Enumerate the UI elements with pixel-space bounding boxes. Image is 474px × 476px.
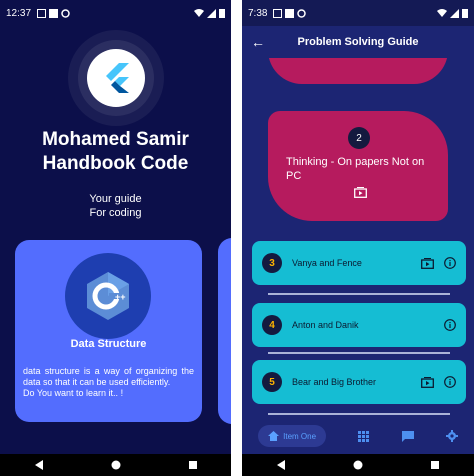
problem-list: 2 Thinking - On papers Not on PC 3 Vanya… — [242, 58, 474, 418]
cpp-logo-icon: ++ — [65, 253, 151, 339]
divider — [268, 352, 450, 354]
nav-back-icon[interactable] — [34, 460, 44, 470]
problem-item[interactable]: 3 Vanya and Fence — [252, 241, 466, 285]
page-title: Problem Solving Guide — [297, 36, 419, 48]
wifi-icon — [437, 9, 447, 17]
topic-card-data-structure[interactable]: ++ Data Structure data structure is a wa… — [15, 240, 202, 422]
app-title: Mohamed Samir Handbook Code — [42, 129, 189, 174]
status-time: 7:38 — [248, 7, 268, 19]
featured-problem-card[interactable]: 2 Thinking - On papers Not on PC — [268, 111, 448, 221]
home-icon — [268, 431, 280, 441]
video-icon[interactable] — [421, 257, 434, 269]
image-icon — [285, 8, 295, 18]
signal-icon — [450, 8, 459, 18]
signal-icon — [207, 8, 216, 18]
bottom-navigation: Item One — [242, 418, 474, 454]
app-subtitle: Your guide For coding — [89, 193, 142, 219]
next-topic-card[interactable] — [218, 238, 231, 424]
image-icon — [49, 8, 59, 18]
divider — [268, 413, 450, 415]
video-icon[interactable] — [421, 376, 434, 388]
wifi-icon — [194, 9, 204, 17]
info-icon[interactable] — [444, 319, 456, 331]
problem-label: Anton and Danik — [292, 320, 359, 330]
status-time: 12:37 — [6, 7, 32, 19]
grid-icon[interactable] — [358, 430, 370, 442]
battery-icon — [462, 9, 468, 18]
info-icon[interactable] — [444, 376, 456, 388]
problem-item[interactable]: 5 Bear and Big Brother — [252, 360, 466, 404]
divider — [268, 293, 450, 295]
nav-recents-icon[interactable] — [188, 460, 198, 470]
app-bar: ← Problem Solving Guide — [242, 26, 474, 58]
right-phone-screen: 7:38 ← Problem Solving Guide 2 Thinking … — [242, 0, 474, 476]
nav-item-one[interactable]: Item One — [258, 425, 327, 447]
nav-item-label: Item One — [283, 431, 317, 441]
battery-icon — [219, 9, 225, 18]
nav-home-icon[interactable] — [353, 460, 363, 470]
status-bar: 7:38 — [242, 0, 474, 26]
notification-icon — [37, 8, 47, 18]
problem-title: Thinking - On papers Not on PC — [286, 156, 425, 182]
problem-label: Bear and Big Brother — [292, 377, 377, 387]
flutter-logo-icon — [87, 49, 145, 107]
problem-number-badge: 3 — [262, 253, 282, 273]
card-title: Data Structure — [70, 338, 147, 350]
problem-label: Vanya and Fence — [292, 258, 362, 268]
problem-number-badge: 4 — [262, 315, 282, 335]
settings-gear-icon[interactable] — [445, 430, 458, 442]
notification-icon — [273, 8, 283, 18]
problem-item[interactable]: 4 Anton and Danik — [252, 303, 466, 347]
notification-icons — [273, 8, 307, 18]
system-nav-bar — [0, 454, 231, 476]
video-icon[interactable] — [354, 187, 367, 198]
info-icon[interactable] — [444, 257, 456, 269]
notification-icons — [37, 8, 70, 18]
chat-icon[interactable] — [401, 430, 414, 442]
nav-home-icon[interactable] — [111, 460, 121, 470]
nav-recents-icon[interactable] — [430, 460, 440, 470]
system-nav-bar — [242, 454, 474, 476]
back-arrow-icon[interactable]: ← — [244, 34, 272, 50]
nav-back-icon[interactable] — [276, 460, 286, 470]
left-phone-screen: 12:37 Mohamed Samir Handbook Code Your g… — [0, 0, 231, 476]
svg-text:++: ++ — [115, 292, 126, 302]
problem-number-badge: 5 — [262, 372, 282, 392]
problem-number-badge: 2 — [348, 127, 370, 149]
card-description: data structure is a way of organizing th… — [23, 366, 194, 398]
sync-icon — [297, 8, 307, 18]
previous-featured-card[interactable] — [268, 58, 448, 84]
sync-icon — [61, 8, 70, 18]
status-bar: 12:37 — [0, 0, 231, 26]
